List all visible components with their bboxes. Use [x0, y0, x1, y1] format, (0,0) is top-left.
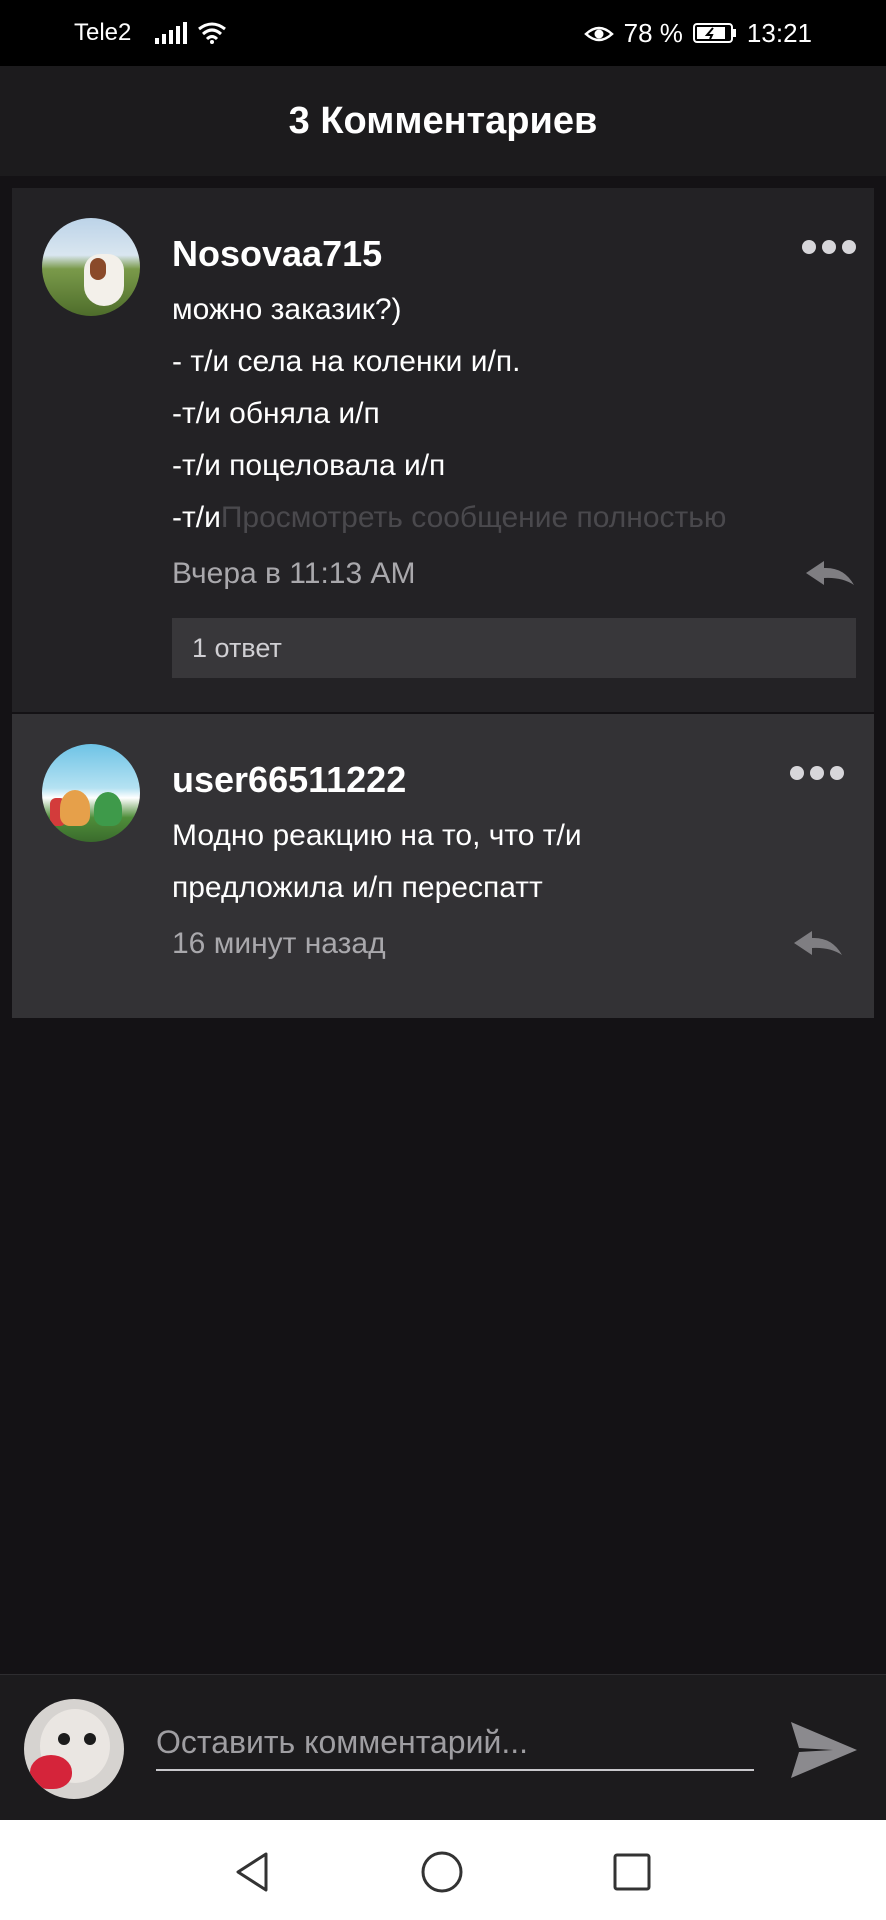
- avatar: [24, 1699, 124, 1799]
- comment-composer: [0, 1674, 886, 1820]
- battery-percent: 78 %: [623, 17, 683, 48]
- comment-line: -т/и поцеловала и/п: [172, 449, 446, 482]
- replies-count: 1 ответ: [192, 632, 282, 663]
- comment-line: - т/и села на коленки и/п.: [172, 345, 521, 378]
- replies-button[interactable]: 1 ответ: [172, 618, 856, 678]
- comment-line-truncated: -т/иПросмотреть сообщение полностью: [172, 492, 856, 544]
- comment-text: можно заказик?) - т/и села на коленки и/…: [172, 284, 856, 544]
- comment-line: можно заказик?): [172, 293, 402, 326]
- system-nav-bar: [0, 1820, 886, 1920]
- comment-item: Nosovaa715 можно заказик?) - т/и села на…: [12, 188, 874, 712]
- avatar[interactable]: [42, 218, 140, 316]
- comment-line: -т/и: [172, 501, 221, 534]
- send-button[interactable]: [786, 1715, 862, 1785]
- status-left: Tele2: [74, 19, 227, 47]
- page-title: 3 Комментариев: [288, 99, 598, 142]
- comment-username[interactable]: Nosovaa715: [172, 232, 856, 276]
- more-options-icon[interactable]: [802, 240, 856, 254]
- comment-text: Модно реакцию на то, что т/и предложила …: [172, 810, 844, 914]
- battery-icon: [692, 23, 736, 43]
- comment-username[interactable]: user66511222: [172, 758, 844, 802]
- wifi-icon: [198, 22, 227, 44]
- view-full-message-link[interactable]: Просмотреть сообщение полностью: [221, 501, 727, 534]
- carrier-name: Tele2: [74, 19, 132, 46]
- send-icon: [791, 1722, 857, 1778]
- comment-line: -т/и обняла и/п: [172, 397, 380, 430]
- more-options-icon[interactable]: [790, 766, 844, 780]
- comment-item: user66511222 Модно реакцию на то, что т/…: [12, 714, 874, 1018]
- comment-meta: Вчера в 11:13 AM: [172, 548, 856, 600]
- comment-timestamp: Вчера в 11:13 AM: [172, 557, 416, 590]
- comments-header: 3 Комментариев: [0, 66, 886, 176]
- clock-time: 13:21: [746, 17, 812, 48]
- home-circle-icon[interactable]: [420, 1850, 464, 1894]
- back-triangle-icon[interactable]: [230, 1850, 274, 1894]
- comment-line: Модно реакцию на то, что т/и: [172, 819, 582, 852]
- signal-strength-icon: [155, 22, 188, 44]
- comment-body: Nosovaa715 можно заказик?) - т/и села на…: [172, 218, 856, 712]
- avatar[interactable]: [42, 744, 140, 842]
- comment-line: предложила и/п переспатт: [172, 871, 543, 904]
- eye-comfort-icon: [583, 26, 614, 42]
- reply-icon[interactable]: [792, 929, 844, 959]
- status-bar: Tele2 78 % 13:21: [0, 0, 886, 66]
- status-right: 78 % 13:21: [583, 17, 812, 49]
- comment-body: user66511222 Модно реакцию на то, что т/…: [172, 744, 844, 1018]
- comment-meta: 16 минут назад: [172, 918, 844, 970]
- comment-timestamp: 16 минут назад: [172, 927, 386, 960]
- reply-icon[interactable]: [804, 559, 856, 589]
- recents-square-icon[interactable]: [610, 1850, 654, 1894]
- comment-input[interactable]: [156, 1715, 754, 1771]
